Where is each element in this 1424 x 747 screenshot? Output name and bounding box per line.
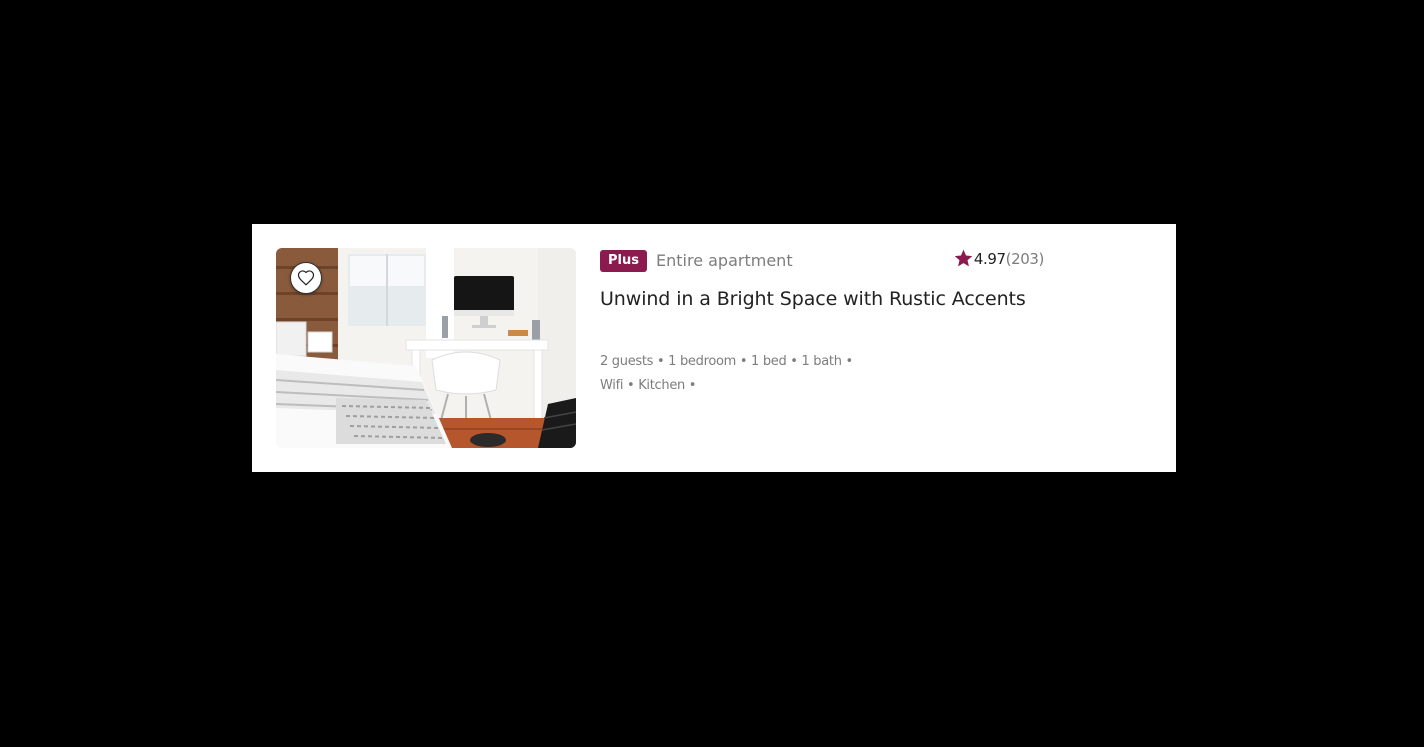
plus-badge: Plus: [600, 250, 647, 272]
rating-count: (203): [1005, 249, 1045, 268]
listing-details: 2 guests • 1 bedroom • 1 bed • 1 bath •: [600, 354, 853, 369]
listing-photo[interactable]: [276, 248, 576, 448]
property-type: Entire apartment: [656, 251, 793, 270]
star-icon: [954, 249, 973, 267]
listing-info: Plus Entire apartment 4.97 (203) Unwind …: [600, 248, 1052, 448]
rating-score: 4.97: [973, 249, 1006, 268]
listing-amenities: Wifi • Kitchen •: [600, 378, 697, 393]
favorite-button[interactable]: [290, 262, 322, 294]
rating: 4.97 (203): [953, 248, 1044, 269]
heart-icon: [297, 270, 315, 286]
listing-title[interactable]: Unwind in a Bright Space with Rustic Acc…: [600, 286, 1026, 312]
listing-card[interactable]: Plus Entire apartment 4.97 (203) Unwind …: [252, 224, 1176, 472]
